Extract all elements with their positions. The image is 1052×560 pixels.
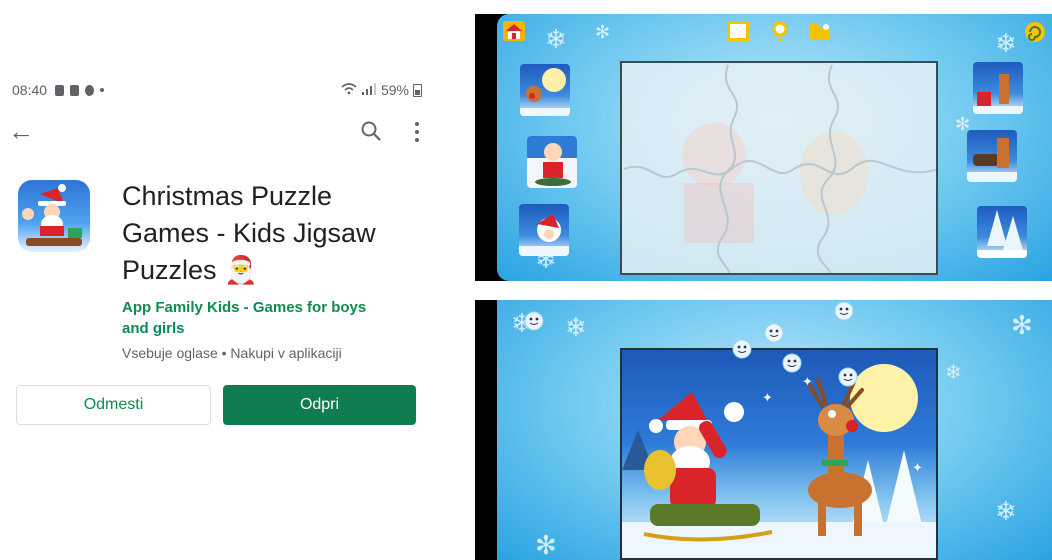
developer-line: and girls — [122, 320, 185, 337]
wifi-icon — [341, 82, 357, 98]
magnifier-icon[interactable] — [769, 21, 791, 42]
snowflake-face-icon — [837, 366, 859, 388]
more-notifications-dot — [100, 88, 105, 92]
uninstall-button[interactable]: Odmesti — [16, 385, 211, 425]
notification-icon — [70, 84, 80, 96]
frame-icon[interactable] — [727, 21, 749, 41]
puzzle-piece[interactable] — [977, 206, 1027, 258]
battery-percent: 59% — [380, 82, 409, 98]
snowflake-face-icon — [731, 338, 753, 360]
puzzle-piece[interactable] — [519, 204, 569, 256]
more-vert-icon[interactable] — [412, 120, 422, 144]
status-bar: 08:40 59% — [12, 80, 422, 100]
game-screenshot-complete: ❄ ❄ ✻ ❄ ✻ ❄ ✦ ✦ ✦ — [475, 300, 1052, 560]
puzzle-board[interactable] — [620, 61, 938, 275]
notification-icons — [55, 84, 105, 96]
open-button[interactable]: Odpri — [223, 385, 416, 425]
home-icon[interactable] — [503, 21, 525, 41]
completed-puzzle-picture: ✦ ✦ ✦ — [620, 348, 938, 560]
snowflake-face-icon — [781, 352, 803, 374]
puzzle-piece[interactable] — [527, 136, 577, 188]
app-title-line: Games - Kids Jigsaw — [122, 218, 376, 248]
app-title-line: Christmas Puzzle — [122, 181, 333, 211]
snow-star: ✦ — [762, 390, 773, 405]
app-title-line: Puzzles 🎅 — [122, 255, 258, 285]
app-icon — [18, 180, 90, 252]
developer-link[interactable]: App Family Kids - Games for boys and gir… — [122, 297, 412, 339]
puzzle-piece[interactable] — [520, 64, 570, 116]
snow-star: ✦ — [912, 460, 923, 475]
app-bar: ← — [8, 118, 428, 148]
snowflake-icon: ❄ — [545, 24, 567, 54]
play-store-screen: 08:40 59% ← Christmas Puzzle Games - Kid… — [0, 0, 440, 560]
app-meta: Vsebuje oglase • Nakupi v aplikaciji — [122, 345, 342, 361]
snowflake-icon: ✻ — [595, 22, 611, 42]
puzzle-piece[interactable] — [967, 130, 1017, 182]
snowflake-face-icon — [523, 310, 545, 332]
snowflake-face-icon — [833, 300, 855, 322]
puzzle-piece[interactable] — [973, 62, 1023, 114]
game-screenshot-puzzle: ❄ ✻ ❄ ❄ ✻ — [475, 14, 1052, 281]
snowflake-icon: ❄ — [995, 496, 1017, 526]
snowflake-icon: ❄ — [995, 28, 1017, 58]
snowflake-icon: ✻ — [1011, 310, 1033, 340]
status-right: 59% — [341, 82, 422, 98]
snow-star: ✦ — [802, 374, 813, 389]
snowflake-icon: ❄ — [565, 312, 587, 342]
battery-icon — [413, 83, 422, 97]
search-icon[interactable] — [360, 120, 384, 144]
snowflake-icon: ✻ — [535, 530, 557, 560]
app-title: Christmas Puzzle Games - Kids Jigsaw Puz… — [122, 178, 422, 289]
developer-line: App Family Kids - Games for boys — [122, 299, 367, 316]
spiral-icon[interactable] — [1024, 21, 1046, 42]
signal-icon — [361, 82, 377, 98]
snowflake-icon: ❄ — [945, 362, 962, 384]
snowflake-face-icon — [763, 322, 785, 344]
folder-icon[interactable] — [809, 21, 831, 41]
status-time: 08:40 — [12, 82, 48, 98]
back-arrow-icon[interactable]: ← — [8, 118, 34, 144]
mic-icon — [55, 84, 65, 96]
pinterest-icon — [85, 84, 95, 96]
